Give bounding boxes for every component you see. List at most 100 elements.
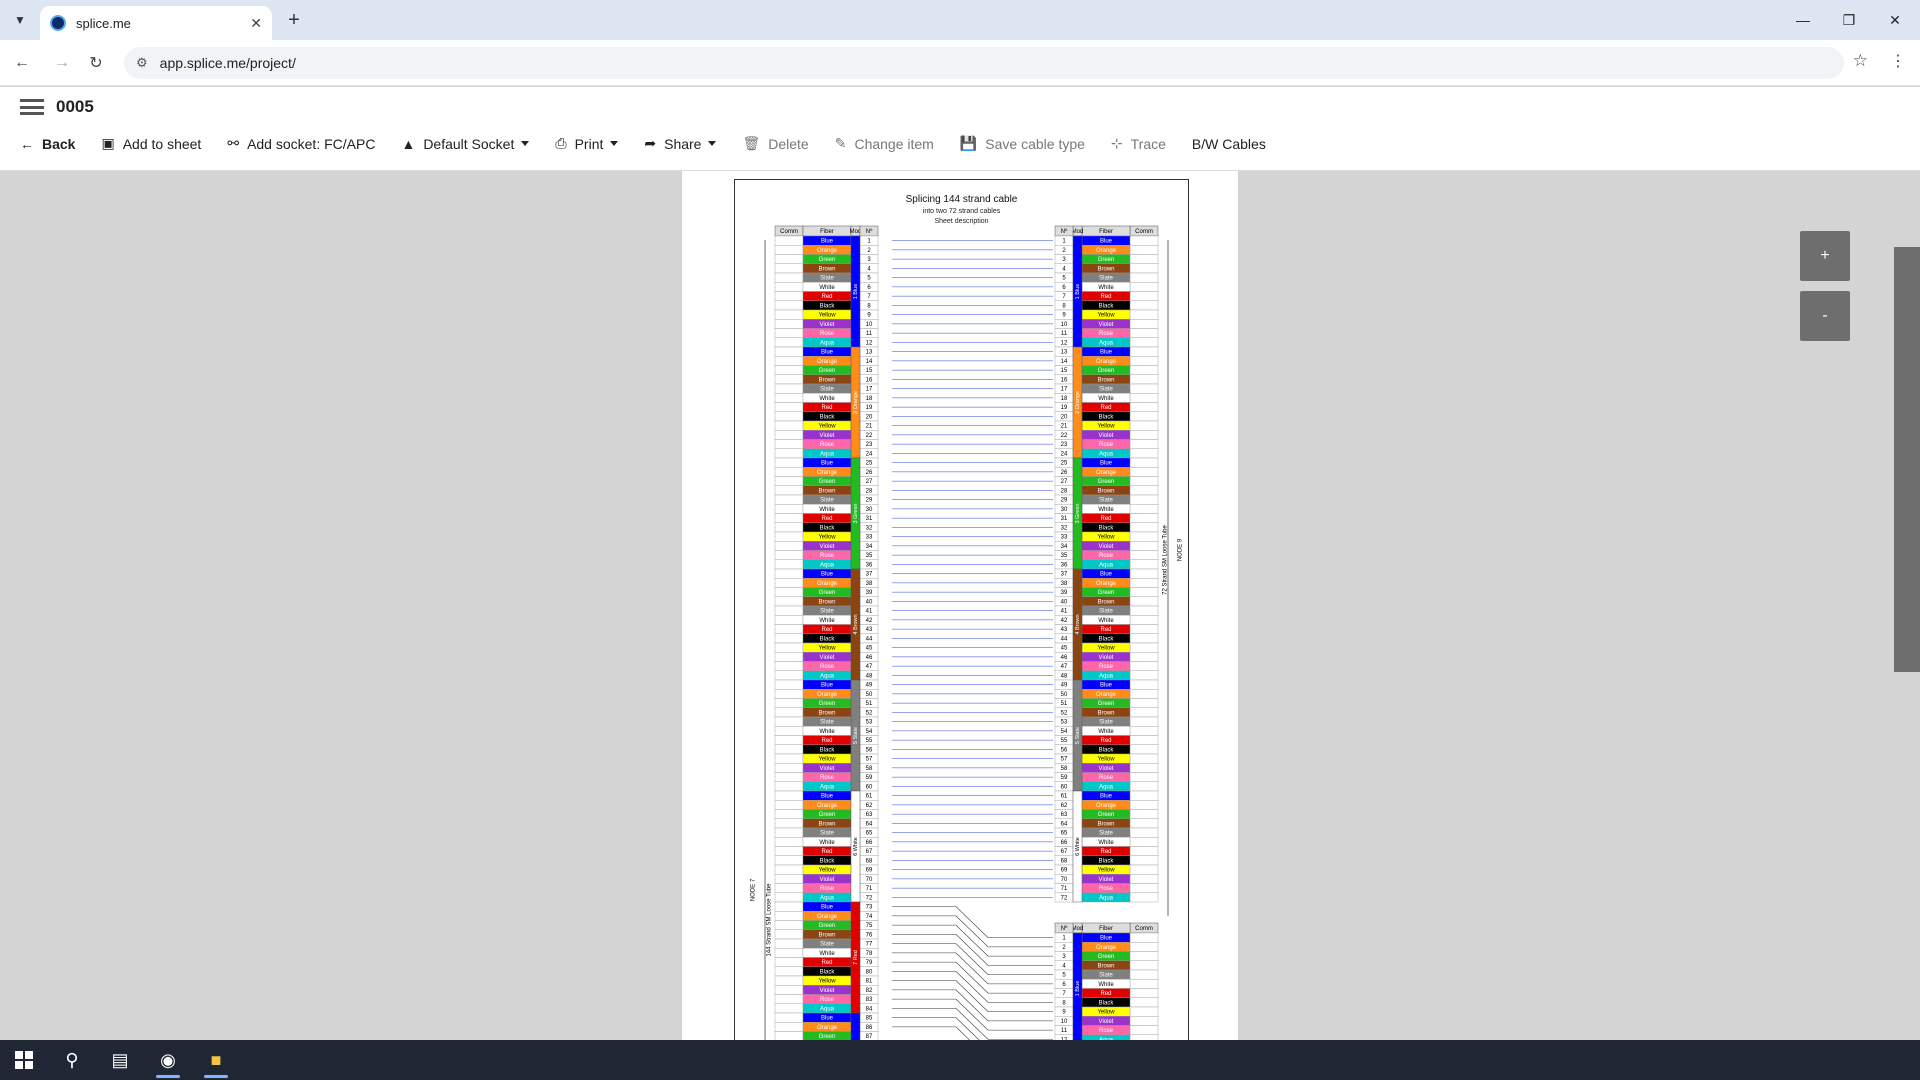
splice-line <box>892 934 1053 966</box>
right-cable-1-num-label: 47 <box>1061 664 1068 670</box>
forward-arrow-icon[interactable]: → <box>50 51 74 75</box>
restore-icon[interactable]: ❐ <box>1826 6 1872 34</box>
add-to-sheet-button[interactable]: ▣ Add to sheet <box>101 135 201 152</box>
left-cable-comm-cell <box>774 383 804 394</box>
right-cable-1-comm-cell <box>1129 633 1159 644</box>
reload-icon[interactable]: ↻ <box>84 51 108 75</box>
right-cable-1-fiber-label: Black <box>1099 747 1115 753</box>
right-cable-2-comm-cell <box>1129 979 1159 989</box>
left-cable-comm-cell <box>774 541 804 551</box>
left-cable-fiber-label: Orange <box>817 803 838 809</box>
left-cable-comm-cell <box>774 966 804 977</box>
app-header: 0005 ← Back ▣ Add to sheet ⚯ Add socket: FC… <box>0 87 1920 171</box>
left-cable-fiber-label: Black <box>820 303 836 309</box>
left-cable-comm-cell <box>774 809 804 819</box>
default-socket-dropdown[interactable]: ▲ Default Socket <box>401 136 529 152</box>
new-tab-icon[interactable]: + <box>282 8 306 32</box>
splice-line <box>892 971 1053 1003</box>
right-cable-1-comm-cell <box>1129 670 1159 681</box>
notepad-icon[interactable]: ▤ <box>96 1040 144 1080</box>
left-cable-fiber-label: Green <box>819 923 836 929</box>
right-cable-1-fiber-label: Rose <box>1099 553 1114 559</box>
right-cable-1-num-label: 64 <box>1061 821 1068 827</box>
left-cable-fiber-label: Slate <box>820 720 834 726</box>
browser-tab[interactable]: splice.me ✕ <box>40 6 272 40</box>
right-cable-1-comm-cell <box>1129 337 1159 348</box>
address-bar[interactable]: ⚙ app.splice.me/project/ <box>124 47 1844 79</box>
right-cable-1-fiber-label: Red <box>1100 294 1111 300</box>
tab-search-icon[interactable]: ▼ <box>8 8 32 32</box>
right-cable-2-comm-cell <box>1129 1006 1159 1017</box>
minimize-icon[interactable]: — <box>1780 6 1826 34</box>
file-explorer-icon[interactable]: ■ <box>192 1040 240 1080</box>
left-cable-num-label: 10 <box>866 322 873 328</box>
right-cable-2-comm-cell <box>1129 997 1159 1008</box>
zoom-out-button[interactable]: - <box>1800 291 1850 341</box>
left-cable-comm-cell <box>774 346 804 357</box>
right-cable-1-num-label: 43 <box>1061 627 1068 633</box>
share-dropdown[interactable]: ➦ Share <box>644 135 716 152</box>
left-cable-num-label: 36 <box>866 562 873 568</box>
splice-line <box>892 943 1053 975</box>
left-cable-fiber-label: Blue <box>821 350 834 356</box>
search-icon[interactable]: ⚲ <box>48 1040 96 1080</box>
left-cable-fiber-label: White <box>819 729 835 735</box>
left-cable-num-label: 75 <box>866 923 873 929</box>
right-cable-1-fiber-label: Yellow <box>1097 646 1115 652</box>
right-cable-1-fiber-label: White <box>1098 285 1114 291</box>
left-cable-comm-cell <box>774 864 804 875</box>
splice-line <box>892 906 1053 938</box>
right-cable-1-comm-cell <box>1129 800 1159 810</box>
left-cable-num-label: 29 <box>866 498 873 504</box>
site-settings-icon[interactable]: ⚙ <box>136 55 148 71</box>
left-cable-module-label: 2 Orange <box>853 391 859 414</box>
right-cable-1-comm-cell <box>1129 245 1159 255</box>
start-button[interactable] <box>0 1040 48 1080</box>
right-cable-1-num-label: 14 <box>1061 359 1068 365</box>
right-cable-1-module-label: 1 Blue <box>1075 284 1081 300</box>
bw-cables-button[interactable]: B/W Cables <box>1192 136 1266 152</box>
left-cable-num-label: 33 <box>866 535 873 541</box>
close-window-icon[interactable]: ✕ <box>1872 6 1918 34</box>
right-cable-1-num-label: 41 <box>1061 609 1068 615</box>
left-cable-num-label: 82 <box>866 988 873 994</box>
left-cable-num-label: 78 <box>866 951 873 957</box>
left-cable-num-label: 44 <box>866 636 873 642</box>
change-item-button[interactable]: ✎ Change item <box>835 135 934 152</box>
trace-button[interactable]: ⊹ Trace <box>1111 135 1166 152</box>
delete-button[interactable]: 🗑 Delete <box>742 135 808 152</box>
left-cable-comm-cell <box>774 531 804 542</box>
left-cable-comm-cell <box>774 994 804 1004</box>
left-cable-fiber-label: Slate <box>820 387 834 393</box>
left-cable-fiber-label: Brown <box>818 377 835 383</box>
right-cable-1-fiber-label: Green <box>1098 257 1115 263</box>
save-cable-type-button[interactable]: 💾 Save cable type <box>960 135 1085 152</box>
favicon-icon <box>50 15 66 31</box>
bookmark-star-icon[interactable]: ☆ <box>1853 51 1868 71</box>
left-cable-num-label: 27 <box>866 479 873 485</box>
back-arrow-icon[interactable]: ← <box>10 51 34 75</box>
print-dropdown[interactable]: ⎙ Print <box>555 135 618 152</box>
left-cable-num-label: 51 <box>866 701 873 707</box>
right-cable-2-header-num-label: Nº <box>1061 925 1068 932</box>
right-cable-1-fiber-label: Rose <box>1099 775 1114 781</box>
left-cable-num-label: 61 <box>866 794 873 800</box>
add-socket-button[interactable]: ⚯ Add socket: FC/APC <box>227 135 375 152</box>
left-cable-fiber-label: Rose <box>820 331 835 337</box>
splice-line <box>892 952 1053 985</box>
close-tab-icon[interactable]: ✕ <box>250 15 262 32</box>
vertical-scrollbar[interactable] <box>1894 247 1920 672</box>
right-cable-1-comm-cell <box>1129 411 1159 422</box>
zoom-in-button[interactable]: + <box>1800 231 1850 281</box>
browser-menu-icon[interactable]: ⋮ <box>1890 51 1906 71</box>
back-button[interactable]: ← Back <box>20 136 75 152</box>
left-cable-comm-cell <box>774 235 804 246</box>
sheet-canvas[interactable]: Splicing 144 strand cable into two 72 st… <box>0 171 1920 1040</box>
splice-line <box>892 980 1053 1012</box>
left-cable-num-label: 26 <box>866 470 873 476</box>
right-cable-1-header-fiber-label: Fiber <box>1099 229 1113 235</box>
right-cable-1-comm-cell <box>1129 790 1159 801</box>
chrome-icon[interactable]: ◉ <box>144 1040 192 1080</box>
right-cable-1-comm-cell <box>1129 300 1159 311</box>
left-cable-comm-cell <box>774 522 804 533</box>
